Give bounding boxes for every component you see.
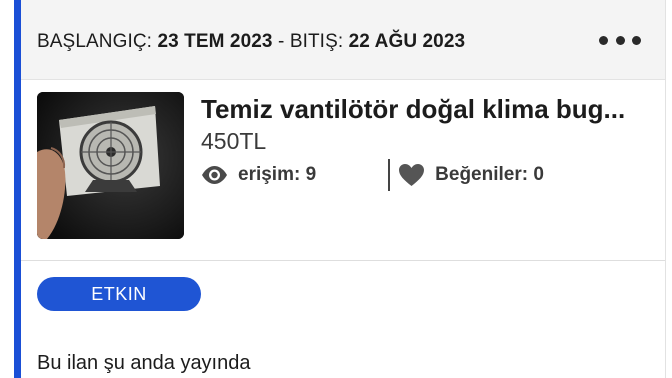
more-horizontal-icon — [615, 35, 625, 45]
status-message: Bu ilan şu anda yayında — [37, 352, 251, 374]
end-label: BITIŞ: — [289, 31, 344, 52]
more-horizontal-icon — [599, 35, 608, 45]
eye-icon — [202, 166, 227, 184]
fan-photo — [37, 92, 184, 239]
start-label: BAŞLANGIÇ: — [37, 31, 153, 52]
card-header: BAŞLANGIÇ: 23 TEM 2023 - BITIŞ: 22 AĞU 2… — [21, 0, 665, 80]
listing-stats: erişim: 9 Beğeniler: 0 — [201, 159, 544, 191]
listing-title[interactable]: Temiz vantilötör doğal klima bug... — [201, 94, 625, 125]
stats-divider — [388, 159, 391, 191]
start-date: 23 TEM 2023 — [157, 31, 273, 52]
listing-details[interactable]: Temiz vantilötör doğal klima bug... 450T… — [21, 80, 665, 261]
date-range: BAŞLANGIÇ: 23 TEM 2023 - BITIŞ: 22 AĞU 2… — [37, 31, 465, 53]
card-right-border — [665, 0, 666, 378]
heart-icon[interactable] — [398, 163, 425, 187]
more-horizontal-icon — [632, 35, 641, 45]
status-badge: ETKIN — [37, 277, 201, 311]
listing-thumbnail[interactable] — [37, 92, 184, 239]
likes-count: Beğeniler: 0 — [435, 164, 544, 185]
listing-card: BAŞLANGIÇ: 23 TEM 2023 - BITIŞ: 22 AĞU 2… — [0, 0, 672, 378]
end-date: 22 AĞU 2023 — [348, 31, 466, 52]
more-options-button[interactable] — [599, 28, 641, 52]
views-count: erişim: 9 — [238, 164, 317, 185]
listing-price: 450TL — [201, 128, 267, 154]
date-separator: - — [278, 31, 285, 52]
card-accent-bar — [14, 0, 21, 378]
